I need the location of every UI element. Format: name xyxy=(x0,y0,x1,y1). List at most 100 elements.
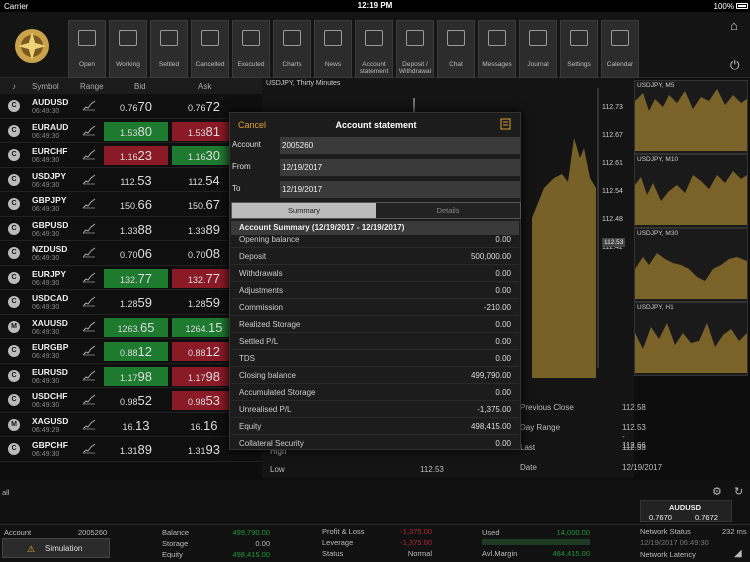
home-icon[interactable]: ⌂ xyxy=(730,18,744,33)
ask-price[interactable]: 1.5381 xyxy=(172,121,236,141)
toolbar-cancelled-button[interactable]: Cancelled xyxy=(191,20,229,78)
quote-row[interactable]: C EURCHF 06:49:30 1.1623 1.1630 xyxy=(0,143,262,168)
toolbar-journal-button[interactable]: Journal xyxy=(519,20,557,78)
symbol: EURJPY xyxy=(32,268,67,279)
quote-row[interactable]: C AUDUSD 06:49:30 0.7670 0.7672 xyxy=(0,94,262,119)
ask-price[interactable]: 0.7008 xyxy=(172,244,236,263)
ticker-time: 12/19/2017 06:49:30 xyxy=(640,538,709,547)
range-chart-icon[interactable] xyxy=(82,296,96,307)
quote-row[interactable]: C EURGBP 06:49:30 0.8812 0.8812 xyxy=(0,339,262,364)
quote-row[interactable]: M XAUUSD 06:49:30 1263.65 1264.15 xyxy=(0,314,262,339)
bid-price[interactable]: 1.2859 xyxy=(104,293,168,312)
ask-price[interactable]: 1.1630 xyxy=(172,146,236,165)
toolbar-account-statement-button[interactable]: Account statement xyxy=(355,20,393,78)
range-chart-icon[interactable] xyxy=(82,345,96,356)
quote-row[interactable]: C USDCHF 06:49:30 0.9852 0.9853 xyxy=(0,388,262,413)
ask-price[interactable]: 1264.15 xyxy=(172,317,236,337)
bid-price[interactable]: 1.1798 xyxy=(104,366,168,386)
summary-label: Adjustments xyxy=(239,286,284,295)
range-chart-icon[interactable] xyxy=(82,443,96,454)
bid-price[interactable]: 150.66 xyxy=(104,195,168,214)
toolbar-open-button[interactable]: Open xyxy=(68,20,106,78)
toolbar-executed-button[interactable]: Executed xyxy=(232,20,270,78)
bid-price[interactable]: 132.77 xyxy=(104,268,168,288)
range-chart-icon[interactable] xyxy=(82,125,96,136)
header-symbol[interactable]: Symbol xyxy=(32,82,59,91)
bid-price[interactable]: 1.3388 xyxy=(104,220,168,239)
power-icon[interactable]: ⏻ xyxy=(730,58,744,72)
ticker-card[interactable]: AUDUSD 0.7670 0.7672 xyxy=(640,500,732,522)
ask-price[interactable]: 112.54 xyxy=(172,171,236,190)
bid-price[interactable]: 0.9852 xyxy=(104,391,168,410)
range-chart-icon[interactable] xyxy=(82,100,96,111)
range-chart-icon[interactable] xyxy=(82,394,96,405)
bid-price[interactable]: 1263.65 xyxy=(104,317,168,337)
toolbar-settled-button[interactable]: Settled xyxy=(150,20,188,78)
bid-price[interactable]: 1.1623 xyxy=(104,146,168,165)
range-chart-icon[interactable] xyxy=(82,370,96,381)
bid-price[interactable]: 1.5380 xyxy=(104,121,168,141)
range-chart-icon[interactable] xyxy=(82,223,96,234)
refresh-icon[interactable]: ↻ xyxy=(734,485,743,498)
mini-chart[interactable]: USDJPY, M5 xyxy=(634,80,748,154)
header-range[interactable]: Range xyxy=(80,82,104,91)
range-chart-icon[interactable] xyxy=(82,247,96,258)
tab-summary[interactable]: Summary xyxy=(232,203,376,218)
range-chart-icon[interactable] xyxy=(82,198,96,209)
bid-price[interactable]: 112.53 xyxy=(104,171,168,190)
ask-price[interactable]: 0.7672 xyxy=(172,97,236,116)
sort-icon[interactable]: ♪ xyxy=(12,82,16,91)
range-chart-icon[interactable] xyxy=(82,149,96,160)
toolbar-working-button[interactable]: Working xyxy=(109,20,147,78)
to-date-field[interactable]: 12/19/2017 xyxy=(280,181,520,198)
ask-price[interactable]: 1.2859 xyxy=(172,293,236,312)
mini-chart[interactable]: USDJPY, M30 xyxy=(634,228,748,302)
toolbar-messages-button[interactable]: Messages xyxy=(478,20,516,78)
simulation-button[interactable]: ⚠ Simulation xyxy=(2,538,110,558)
quote-row[interactable]: C GBPJPY 06:49:30 150.66 150.67 xyxy=(0,192,262,217)
summary-list[interactable]: Opening balance 0.00 Deposit 500,000.00 With… xyxy=(230,231,522,449)
account-field[interactable]: 2005260 xyxy=(280,137,520,154)
quote-row[interactable]: C EURJPY 06:49:30 132.77 132.77 xyxy=(0,265,262,290)
toolbar-settings-button[interactable]: Settings xyxy=(560,20,598,78)
quote-row[interactable]: C GBPUSD 06:49:30 1.3388 1.3389 xyxy=(0,216,262,241)
ask-price[interactable]: 1.3193 xyxy=(172,440,236,459)
toolbar-calendar-button[interactable]: Calendar xyxy=(601,20,639,78)
quote-row[interactable]: C USDJPY 06:49:30 112.53 112.54 xyxy=(0,167,262,192)
toolbar-chat-button[interactable]: Chat xyxy=(437,20,475,78)
ask-price[interactable]: 0.8812 xyxy=(172,342,236,361)
quote-row[interactable]: C GBPCHF 06:49:30 1.3189 1.3193 xyxy=(0,437,262,462)
bid-price[interactable]: 0.7006 xyxy=(104,244,168,263)
tab-details[interactable]: Details xyxy=(376,203,520,218)
range-chart-icon[interactable] xyxy=(82,174,96,185)
ask-price[interactable]: 16.16 xyxy=(172,416,236,435)
quote-row[interactable]: C EURUSD 06:49:30 1.1798 1.1798 xyxy=(0,363,262,388)
bid-price[interactable]: 1.3189 xyxy=(104,440,168,459)
toolbar-charts-button[interactable]: Charts xyxy=(273,20,311,78)
export-icon[interactable] xyxy=(500,118,512,130)
from-date-field[interactable]: 12/19/2017 xyxy=(280,159,520,176)
toolbar-deposit-withdrawal-button[interactable]: Deposit / Withdrawal xyxy=(396,20,434,78)
toolbar-news-button[interactable]: News xyxy=(314,20,352,78)
header-ask[interactable]: Ask xyxy=(198,82,211,91)
quote-row[interactable]: C EURAUD 06:49:30 1.5380 1.5381 xyxy=(0,118,262,143)
range-chart-icon[interactable] xyxy=(82,321,96,332)
summary-label: Accumulated Storage xyxy=(239,388,316,397)
ask-price[interactable]: 1.3389 xyxy=(172,220,236,239)
ask-price[interactable]: 132.77 xyxy=(172,268,236,288)
bid-price[interactable]: 0.8812 xyxy=(104,342,168,361)
quote-row[interactable]: C NZDUSD 06:49:30 0.7006 0.7008 xyxy=(0,241,262,266)
ask-price[interactable]: 150.67 xyxy=(172,195,236,214)
ask-price[interactable]: 0.9853 xyxy=(172,391,236,410)
quote-row[interactable]: M XAGUSD 06:49:29 16.13 16.16 xyxy=(0,412,262,437)
header-bid[interactable]: Bid xyxy=(134,82,146,91)
quote-row[interactable]: C USDCAD 06:49:30 1.2859 1.2859 xyxy=(0,290,262,315)
ask-price[interactable]: 1.1798 xyxy=(172,366,236,386)
mini-chart[interactable]: USDJPY, M10 xyxy=(634,154,748,228)
settings-gear-icon[interactable]: ⚙ xyxy=(712,485,722,498)
range-chart-icon[interactable] xyxy=(82,272,96,283)
mini-chart[interactable]: USDJPY, H1 xyxy=(634,302,748,376)
bid-price[interactable]: 0.7670 xyxy=(104,97,168,116)
bid-price[interactable]: 16.13 xyxy=(104,416,168,435)
range-chart-icon[interactable] xyxy=(82,419,96,430)
